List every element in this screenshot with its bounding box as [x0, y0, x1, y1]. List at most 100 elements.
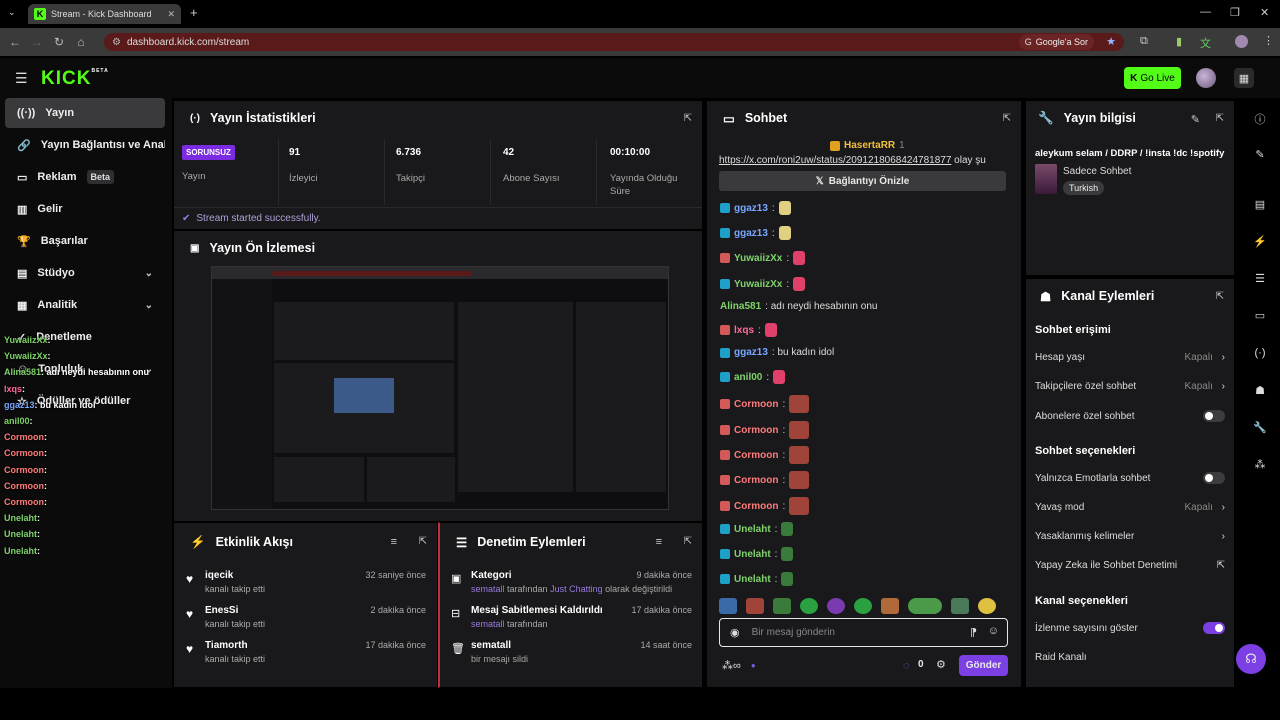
broadcast-widget-icon[interactable]: (·) [1240, 347, 1280, 359]
sidebar-item-ads[interactable]: ▭ Reklam Beta [5, 162, 165, 192]
emote-icon[interactable] [719, 598, 737, 614]
send-button[interactable]: Gönder [959, 655, 1008, 676]
banned-words-row[interactable]: Yasaklanmış kelimeler › [1035, 531, 1225, 542]
lightning-widget-icon[interactable]: ⚡ [1240, 235, 1280, 248]
show-viewers-toggle[interactable] [1203, 622, 1225, 634]
site-info-icon[interactable]: ⚙ [112, 37, 121, 48]
shield-widget-icon[interactable]: ☗ [1240, 384, 1280, 397]
hamburger-menu-icon[interactable]: ☰ [15, 70, 28, 87]
followers-only-row[interactable]: Takipçilere özel sohbet Kapalı › [1035, 381, 1225, 392]
modlog-user[interactable]: sematall [471, 584, 505, 594]
emote-icon[interactable] [908, 598, 942, 614]
filter-icon[interactable]: ≡ [656, 536, 662, 548]
edit-pencil-icon[interactable]: ✎ [1191, 113, 1200, 126]
activity-item[interactable]: ♥ Tiamorth kanalı takip etti 17 dakika önce [186, 640, 426, 664]
link-preview-button[interactable]: 𝕏 Bağlantıyı Önizle [719, 171, 1006, 191]
category-name[interactable]: Sadece Sohbet [1063, 166, 1131, 177]
sidebar-item-revenue[interactable]: ▥ Gelir [5, 194, 165, 224]
translate-icon[interactable]: ⁋ [970, 626, 977, 639]
subs-only-toggle[interactable] [1203, 410, 1225, 422]
chat-username[interactable]: Alina581 [720, 301, 761, 312]
popout-icon[interactable]: ⇱ [419, 536, 427, 547]
emote-icon[interactable] [800, 598, 818, 614]
minimize-icon[interactable]: — [1200, 6, 1211, 18]
go-live-button[interactable]: K Go Live [1124, 67, 1181, 89]
chat-username[interactable]: Unelaht [734, 574, 771, 585]
profile-avatar-icon[interactable] [1235, 35, 1248, 48]
filter-icon[interactable]: ≡ [391, 536, 397, 548]
back-icon[interactable]: ← [4, 35, 26, 49]
ai-moderation-row[interactable]: Yapay Zeka ile Sohbet Denetimi ⇱ [1035, 560, 1225, 571]
edit-icon[interactable]: ✎ [1240, 148, 1280, 161]
add-widget-icon[interactable]: ⁂ [1240, 458, 1280, 471]
reply-icon[interactable]: ◉ [730, 626, 740, 639]
wrench-widget-icon[interactable]: 🔧 [1240, 421, 1280, 434]
chat-username[interactable]: Cormoon [734, 399, 778, 410]
sidebar-item-broadcast[interactable]: ((·)) Yayın [5, 98, 165, 128]
chat-input[interactable]: ◉ Bir mesaj gönderin ⁋ ☺ [719, 618, 1008, 647]
chat-username[interactable]: ggaz13 [734, 347, 768, 358]
emoji-icon[interactable]: ☺ [988, 625, 999, 637]
emote-icon[interactable] [951, 598, 969, 614]
chat-username[interactable]: anil00 [734, 372, 762, 383]
forward-icon[interactable]: → [26, 35, 48, 49]
tab-search-icon[interactable]: ⌄ [8, 7, 16, 18]
emote-icon[interactable] [746, 598, 764, 614]
info-icon[interactable]: ⓘ [1240, 111, 1280, 127]
browser-menu-icon[interactable]: ⋮ [1263, 34, 1274, 47]
chat-username[interactable]: Cormoon [734, 501, 778, 512]
new-tab-icon[interactable]: + [190, 5, 198, 20]
sidebar-item-analytics[interactable]: ▦ Analitik ⌄ [5, 290, 165, 320]
chat-username[interactable]: ggaz13 [734, 228, 768, 239]
chat-username[interactable]: Unelaht [734, 524, 771, 535]
slow-mode-row[interactable]: Yavaş mod Kapalı › [1035, 502, 1225, 513]
activity-item[interactable]: ♥ iqecik kanalı takip etti 32 saniye önce [186, 570, 426, 594]
chat-username[interactable]: Cormoon [734, 475, 778, 486]
modlog-user[interactable]: sematall [471, 619, 505, 629]
raid-row[interactable]: Raid Kanalı [1035, 652, 1225, 663]
translate-icon[interactable]: 文 [1200, 35, 1211, 51]
url-bar[interactable]: ⚙ dashboard.kick.com/stream G Google'a S… [104, 33, 1124, 51]
tab-close-icon[interactable]: ✕ [167, 9, 175, 20]
emote-icon[interactable] [978, 598, 996, 614]
modlog-item[interactable]: ⊟ Mesaj Sabitlemesi Kaldırıldı sematall ta… [451, 605, 692, 629]
emote-icon[interactable] [773, 598, 791, 614]
popout-icon[interactable]: ⇱ [1216, 291, 1224, 302]
popout-icon[interactable]: ⇱ [684, 113, 692, 124]
extension-battery-icon[interactable]: ▮ [1176, 35, 1182, 48]
modlog-item[interactable]: 🗑 sematall bir mesajı sildi 14 saat önce [451, 640, 692, 664]
activity-item[interactable]: ♥ EnesSi kanalı takip etti 2 dakika önce [186, 605, 426, 629]
emote-icon[interactable] [881, 598, 899, 614]
popout-icon[interactable]: ⇱ [1003, 113, 1011, 124]
kick-logo[interactable]: KICKBETA [41, 68, 109, 90]
chat-username[interactable]: Cormoon [734, 425, 778, 436]
chat-username[interactable]: YuwaiizXx [734, 279, 782, 290]
browser-tab[interactable]: K Stream - Kick Dashboard ✕ [28, 4, 181, 24]
google-ask-button[interactable]: G Google'a Sor [1018, 34, 1094, 50]
chat-username[interactable]: lxqs [734, 325, 754, 336]
settings-gear-icon[interactable]: ⚙ [936, 658, 946, 671]
chat-username[interactable]: YuwaiizXx [734, 253, 782, 264]
chat-username[interactable]: Cormoon [734, 450, 778, 461]
extensions-icon[interactable]: ⧉ [1140, 35, 1148, 48]
bookmark-star-icon[interactable]: ★ [1106, 35, 1116, 48]
emote-icon[interactable] [827, 598, 845, 614]
sidebar-item-studio[interactable]: ▤ Stüdyo ⌄ [5, 258, 165, 288]
home-icon[interactable]: ⌂ [70, 35, 92, 49]
points-icon[interactable]: ⁂∞ [722, 659, 741, 672]
stream-preview-video[interactable] [211, 266, 669, 510]
close-window-icon[interactable]: ✕ [1260, 6, 1269, 19]
popout-icon[interactable]: ⇱ [684, 536, 692, 547]
chat-username[interactable]: ggaz13 [734, 203, 768, 214]
list-widget-icon[interactable]: ☰ [1240, 272, 1280, 285]
emote-icon[interactable] [854, 598, 872, 614]
sidebar-item-stream-key[interactable]: 🔗 Yayın Bağlantısı ve Anahtarı [5, 130, 165, 160]
user-avatar[interactable] [1196, 68, 1216, 88]
maximize-icon[interactable]: ❐ [1230, 6, 1240, 19]
pinned-user[interactable]: HasertaRR [844, 140, 895, 151]
stats-widget-icon[interactable]: ▤ [1240, 198, 1280, 211]
account-age-row[interactable]: Hesap yaşı Kapalı › [1035, 352, 1225, 363]
emote-only-toggle[interactable] [1203, 472, 1225, 484]
sidebar-item-achievements[interactable]: 🏆 Başarılar [5, 226, 165, 256]
chat-widget-icon[interactable]: ▭ [1240, 309, 1280, 322]
